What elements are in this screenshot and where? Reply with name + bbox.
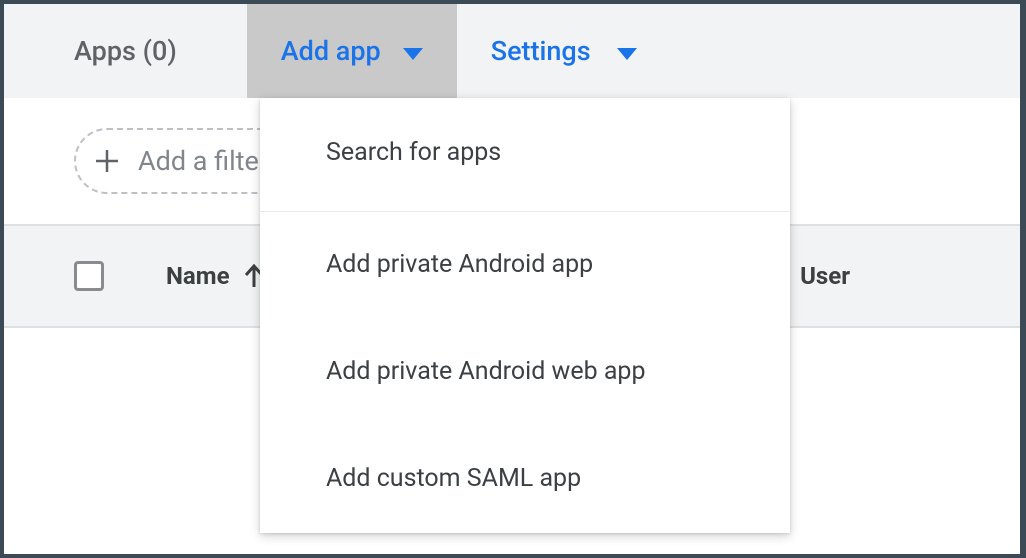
caret-down-icon	[617, 35, 637, 67]
menu-item-custom-saml-app[interactable]: Add custom SAML app	[260, 426, 790, 533]
add-app-label: Add app	[281, 35, 381, 67]
add-filter-label: Add a filter	[138, 145, 268, 177]
app-frame: Apps (0) Add app Settings Add a filter	[0, 0, 1026, 558]
menu-item-search-apps[interactable]: Search for apps	[260, 98, 790, 212]
settings-dropdown-button[interactable]: Settings	[457, 4, 671, 98]
add-app-dropdown-button[interactable]: Add app	[247, 4, 457, 98]
caret-down-icon	[403, 35, 423, 67]
select-all-checkbox[interactable]	[74, 261, 104, 291]
column-name-label: Name	[166, 262, 230, 290]
column-header-user[interactable]: User	[800, 262, 1020, 290]
column-header-name[interactable]: Name	[166, 262, 264, 290]
toolbar: Apps (0) Add app Settings	[4, 4, 1020, 98]
add-app-menu: Search for apps Add private Android app …	[260, 98, 790, 533]
settings-label: Settings	[491, 35, 591, 67]
menu-item-private-android-app[interactable]: Add private Android app	[260, 212, 790, 319]
page-title: Apps (0)	[74, 35, 177, 67]
plus-icon	[94, 148, 120, 174]
menu-item-private-android-web-app[interactable]: Add private Android web app	[260, 319, 790, 426]
